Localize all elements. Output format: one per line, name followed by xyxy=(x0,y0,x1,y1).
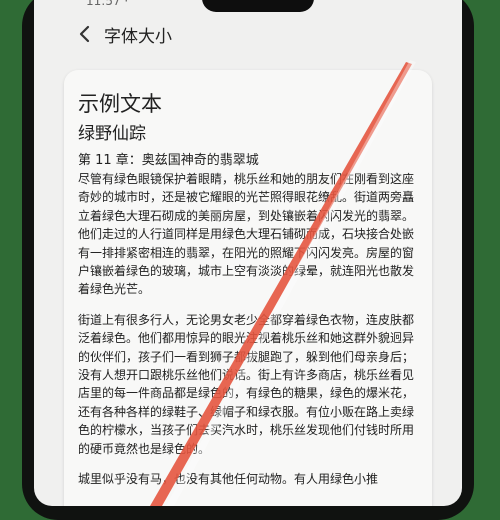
preview-paragraph-3: 城里似乎没有马，也没有其他任何动物。有人用绿色小推 xyxy=(78,472,379,487)
chevron-left-icon[interactable] xyxy=(74,21,96,47)
preview-paragraph-2: 街道上有很多行人，无论男女老少全都穿着绿色衣物，连皮肤都泛着绿色。他们都用惊异的… xyxy=(78,312,415,456)
preview-paragraph-1: 尽管有绿色眼镜保护着眼睛，桃乐丝和她的朋友们在刚看到这座奇妙的城市时，还是被它耀… xyxy=(78,172,415,297)
phone-screen: 11:57 · 字体大小 示例文本 绿野仙踪 第 11 章：奥兹国神奇的翡翠城 … xyxy=(34,0,462,506)
page-title: 字体大小 xyxy=(104,27,172,47)
preview-content: 示例文本 绿野仙踪 第 11 章：奥兹国神奇的翡翠城 尽管有绿色眼镜保护着眼睛，… xyxy=(78,90,414,489)
font-preview-card: 示例文本 绿野仙踪 第 11 章：奥兹国神奇的翡翠城 尽管有绿色眼镜保护着眼睛，… xyxy=(64,70,432,506)
status-bar: 11:57 · xyxy=(34,0,462,14)
chapter-title: 第 11 章：奥兹国神奇的翡翠城 xyxy=(78,153,259,168)
app-bar: 字体大小 xyxy=(34,14,462,54)
chevron-left-icon-glyph xyxy=(79,25,90,43)
camera-notch xyxy=(202,0,314,12)
status-time: 11:57 · xyxy=(86,0,129,8)
sample-heading: 示例文本 xyxy=(78,92,162,116)
book-title: 绿野仙踪 xyxy=(78,124,146,144)
